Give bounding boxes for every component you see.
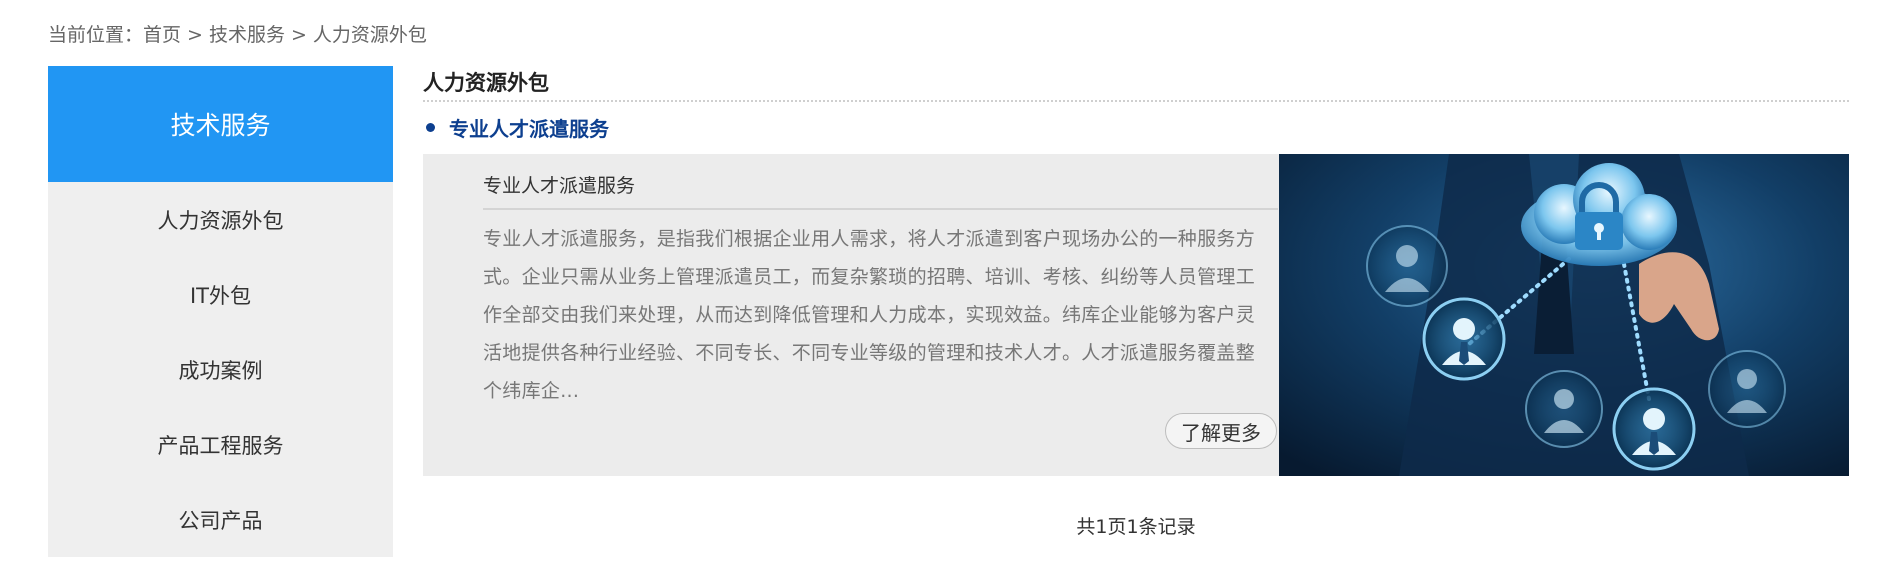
breadcrumb-tech-services-link[interactable]: 技术服务	[209, 24, 285, 46]
pagination-info: 共1页1条记录	[1076, 516, 1196, 538]
breadcrumb-home-link[interactable]: 首页	[143, 24, 181, 46]
card-text: 专业人才派遣服务 专业人才派遣服务，是指我们根据企业用人需求，将人才派遣到客户现…	[483, 154, 1278, 410]
main-content: 人力资源外包 专业人才派遣服务 专业人才派遣服务 专业人才派遣服务，是指我们根据…	[423, 66, 1849, 539]
breadcrumb-separator: >	[187, 24, 203, 46]
service-card: 专业人才派遣服务 专业人才派遣服务，是指我们根据企业用人需求，将人才派遣到客户现…	[423, 154, 1849, 476]
sub-title-label[interactable]: 专业人才派遣服务	[449, 113, 609, 142]
sidebar-item-it-outsourcing[interactable]: IT外包	[48, 257, 393, 332]
sidebar-title: 技术服务	[48, 66, 393, 182]
learn-more-button[interactable]: 了解更多	[1165, 413, 1277, 449]
card-description: 专业人才派遣服务，是指我们根据企业用人需求，将人才派遣到客户现场办公的一种服务方…	[483, 228, 1256, 402]
sidebar: 技术服务 人力资源外包 IT外包 成功案例 产品工程服务 公司产品	[48, 66, 393, 557]
breadcrumb-prefix: 当前位置：	[48, 24, 144, 46]
breadcrumb: 当前位置：首页 > 技术服务 > 人力资源外包	[48, 20, 427, 47]
card-title[interactable]: 专业人才派遣服务	[483, 171, 1278, 210]
sidebar-item-success-cases[interactable]: 成功案例	[48, 332, 393, 407]
bullet-icon	[426, 122, 435, 132]
sidebar-item-company-products[interactable]: 公司产品	[48, 482, 393, 557]
breadcrumb-current[interactable]: 人力资源外包	[313, 24, 427, 46]
sidebar-item-hr-outsourcing[interactable]: 人力资源外包	[48, 182, 393, 257]
cloud-security-network-image[interactable]	[1279, 154, 1849, 476]
sub-title[interactable]: 专业人才派遣服务	[423, 112, 1849, 142]
breadcrumb-separator: >	[290, 24, 307, 46]
sidebar-item-product-engineering[interactable]: 产品工程服务	[48, 407, 393, 482]
page: 当前位置：首页 > 技术服务 > 人力资源外包 技术服务 人力资源外包 IT外包 成功案…	[0, 0, 1897, 568]
section-title: 人力资源外包	[423, 66, 1849, 102]
